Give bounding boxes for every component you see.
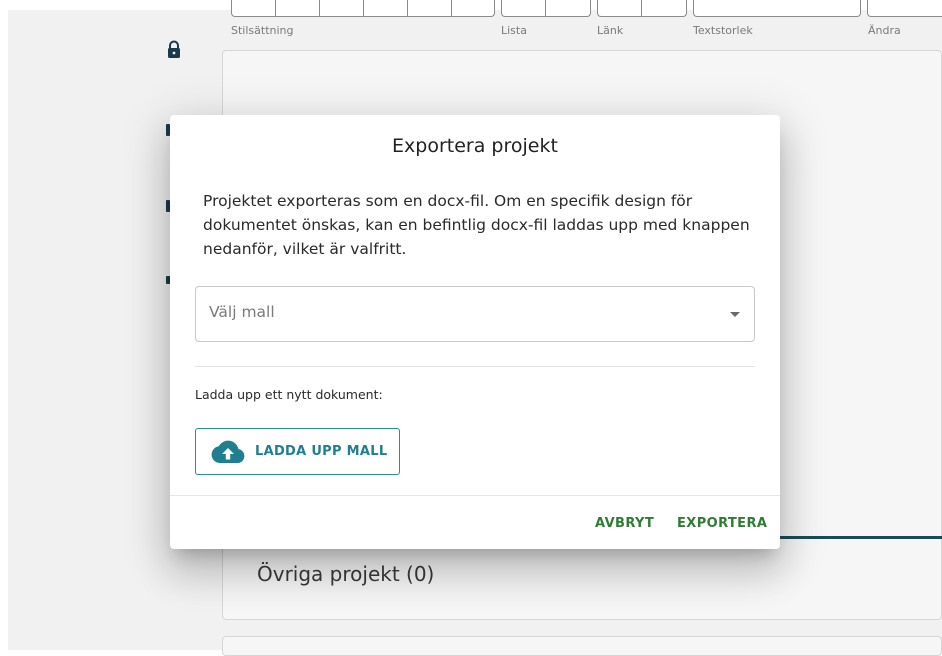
export-project-dialog: Exportera projekt Projektet exporteras s… bbox=[170, 115, 780, 549]
text-size-toolbar-group[interactable] bbox=[693, 0, 861, 17]
template-select[interactable]: Välj mall bbox=[195, 286, 755, 342]
cloud-upload-icon bbox=[211, 440, 245, 463]
toolbar-label-styling: Stilsättning bbox=[231, 24, 294, 37]
lock-icon[interactable] bbox=[166, 40, 182, 58]
change-toolbar-group[interactable] bbox=[867, 0, 942, 17]
export-button[interactable]: EXPORTERA bbox=[677, 516, 767, 531]
toolbar-label-change: Ändra bbox=[868, 24, 901, 37]
upload-label: Ladda upp ett nytt dokument: bbox=[195, 387, 383, 402]
secondary-panel bbox=[222, 636, 942, 656]
template-select-placeholder: Välj mall bbox=[209, 303, 275, 321]
dialog-title: Exportera projekt bbox=[392, 135, 558, 157]
chevron-down-icon[interactable] bbox=[730, 312, 740, 317]
toolbar-label-list: Lista bbox=[501, 24, 527, 37]
dialog-description-line: dokumentet önskas, kan en befintlig docx… bbox=[203, 216, 750, 234]
cancel-button[interactable]: AVBRYT bbox=[595, 516, 654, 531]
dialog-description-line: Projektet exporteras som en docx-fil. Om… bbox=[203, 192, 693, 210]
toolbar-label-text-size: Textstorlek bbox=[693, 24, 753, 37]
footer-divider bbox=[170, 495, 780, 496]
toolbar-label-link: Länk bbox=[597, 24, 624, 37]
section-divider bbox=[195, 366, 755, 367]
link-toolbar-group[interactable] bbox=[597, 0, 687, 17]
dialog-description-line: nedanför, vilket är valfritt. bbox=[203, 240, 407, 258]
upload-template-button-label: LADDA UPP MALL bbox=[255, 444, 388, 459]
other-projects-heading[interactable]: Övriga projekt (0) bbox=[257, 562, 434, 586]
upload-template-button[interactable]: LADDA UPP MALL bbox=[195, 428, 400, 475]
dialog-description: Projektet exporteras som en docx-fil. Om… bbox=[203, 189, 763, 261]
list-toolbar-group[interactable] bbox=[501, 0, 591, 17]
styling-toolbar-group[interactable] bbox=[231, 0, 495, 17]
